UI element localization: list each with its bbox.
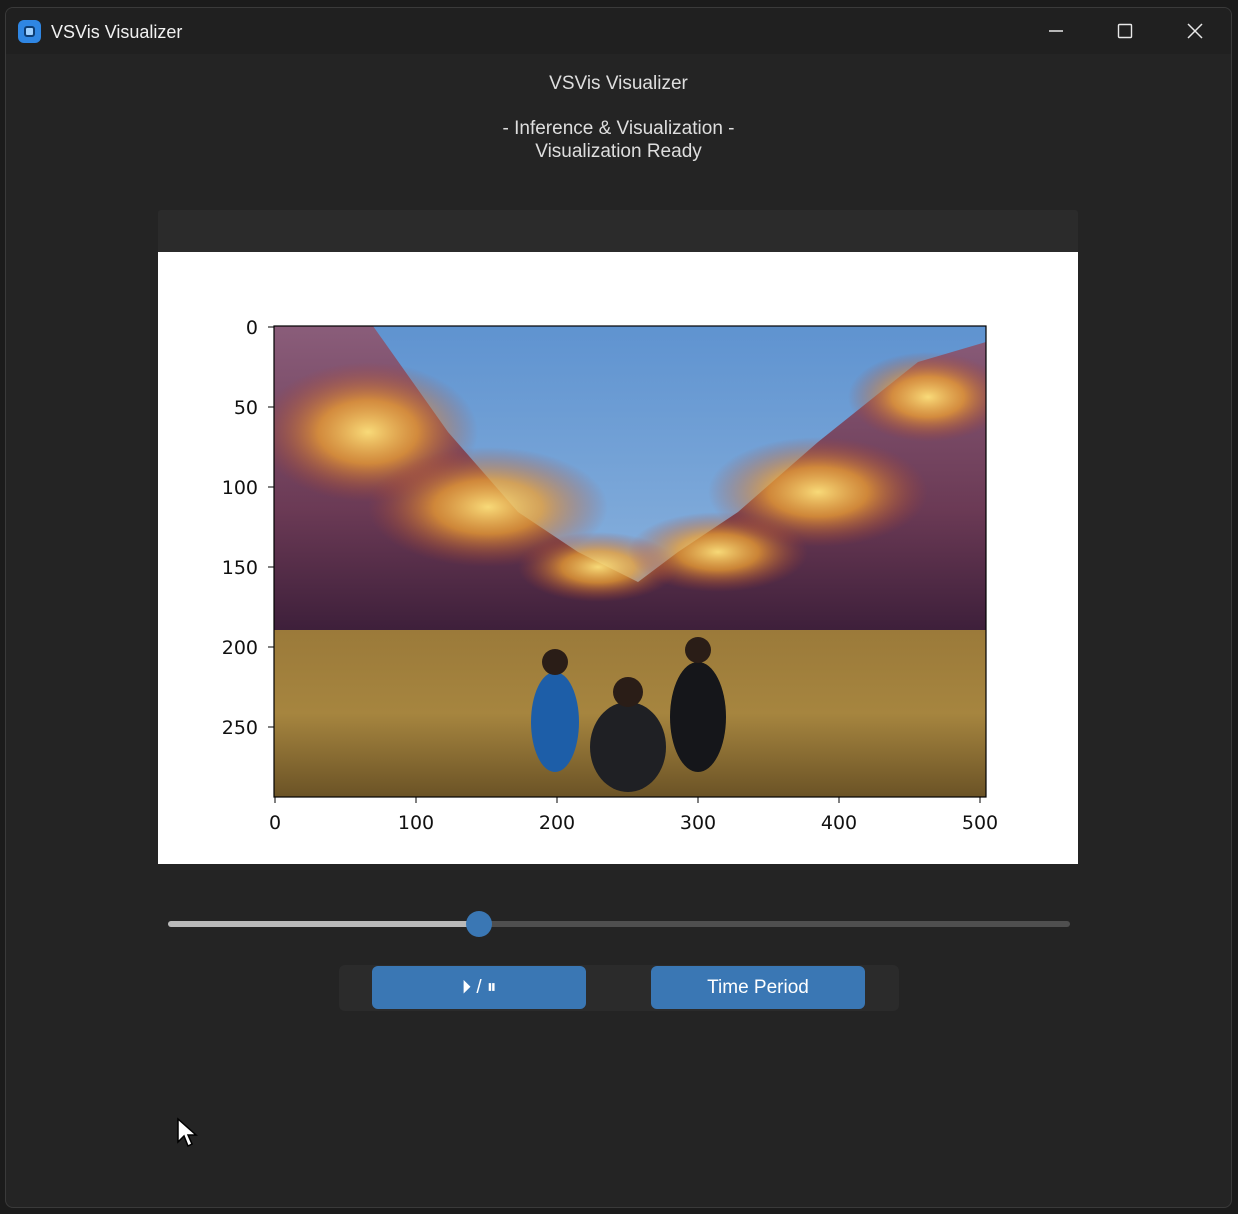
x-tick-label: 0 (269, 812, 281, 834)
y-tick-label: 50 (234, 397, 258, 419)
title-bar[interactable]: VSVis Visualizer (6, 8, 1231, 54)
plot-toolbar (158, 210, 1078, 252)
app-icon (18, 20, 41, 43)
slider-fill (168, 921, 480, 927)
x-tick-label: 200 (539, 812, 575, 834)
y-tick-label: 100 (222, 477, 258, 499)
play-pause-button[interactable]: ⏵ / ⏸ (372, 966, 586, 1009)
minimize-icon (1049, 30, 1063, 32)
slider-thumb[interactable] (466, 911, 493, 937)
plot-canvas: 0 50 100 150 200 250 0 100 200 300 400 5… (158, 252, 1078, 864)
window-title: VSVis Visualizer (51, 22, 183, 42)
app-window: VSVis Visualizer VSVis Visualizer - Infe… (5, 7, 1232, 1208)
x-axis-ticks: 0 100 200 300 400 500 (269, 797, 998, 834)
app-subtitle: - Inference & Visualization - (502, 118, 735, 139)
close-icon (1187, 23, 1203, 39)
mouse-cursor-icon (177, 1117, 198, 1148)
y-axis-ticks: 0 50 100 150 200 250 (222, 317, 274, 739)
close-button[interactable] (1160, 8, 1230, 54)
x-tick-label: 100 (398, 812, 434, 834)
maximize-icon (1117, 23, 1133, 39)
x-tick-label: 300 (680, 812, 716, 834)
time-period-button[interactable]: Time Period (651, 966, 865, 1009)
minimize-button[interactable] (1021, 8, 1091, 54)
x-tick-label: 500 (962, 812, 998, 834)
app-heading: VSVis Visualizer (549, 73, 688, 94)
maximize-button[interactable] (1090, 8, 1160, 54)
y-tick-label: 0 (246, 317, 258, 339)
y-tick-label: 150 (222, 557, 258, 579)
status-text: Visualization Ready (535, 141, 702, 162)
y-tick-label: 200 (222, 637, 258, 659)
y-tick-label: 250 (222, 717, 258, 739)
timeline-slider[interactable] (168, 911, 1070, 937)
x-tick-label: 400 (821, 812, 857, 834)
heatmap-image (274, 326, 986, 797)
